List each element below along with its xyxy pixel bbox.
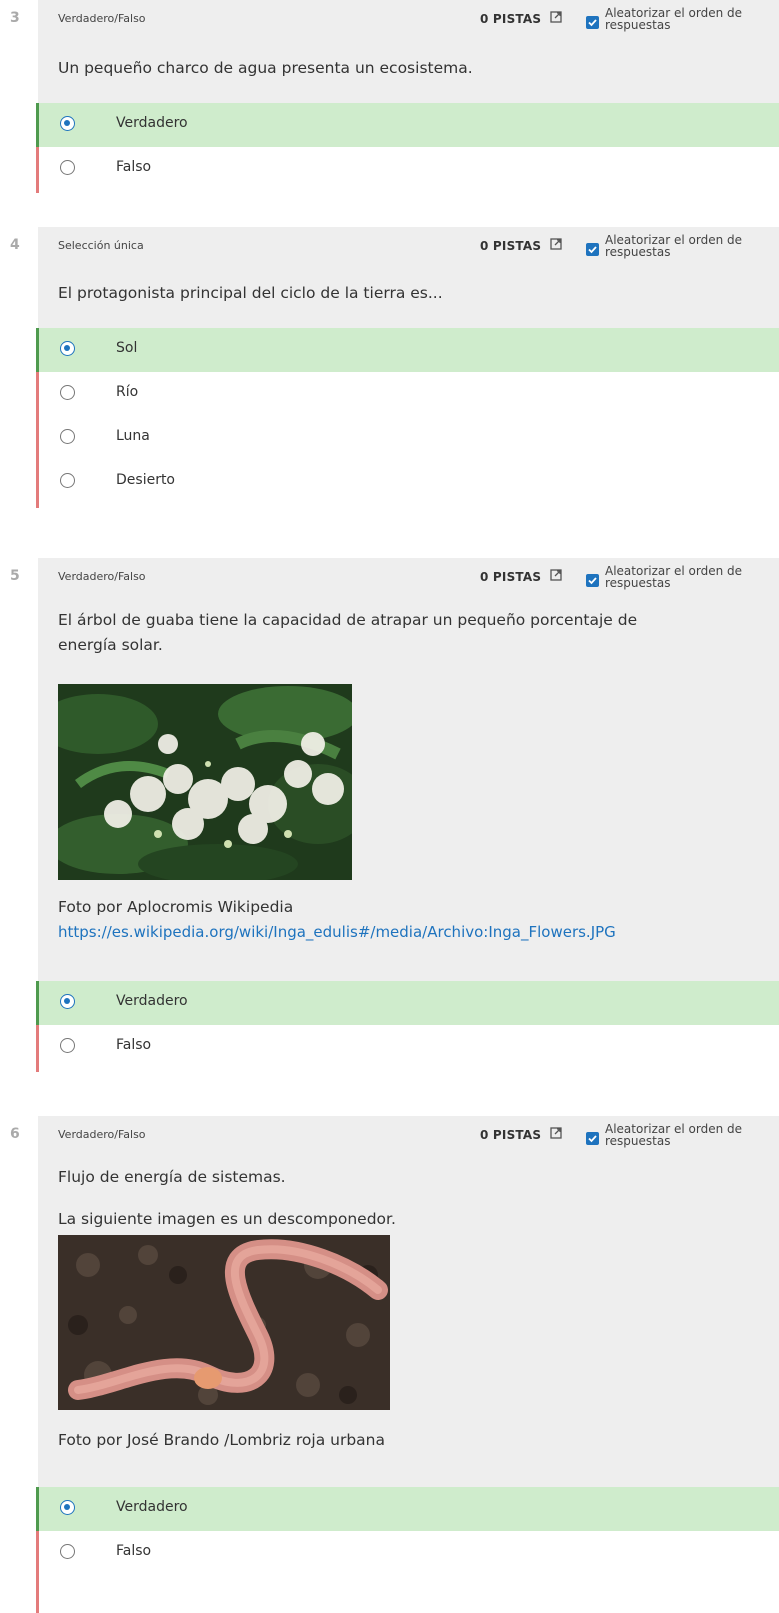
- question-type: Verdadero/Falso: [58, 570, 146, 583]
- question-text-2: La siguiente imagen es un descomponedor.: [58, 1210, 396, 1228]
- answer-label: Río: [116, 384, 139, 400]
- question-text: Flujo de energía de sistemas.: [58, 1168, 286, 1186]
- hints-button[interactable]: 0 PISTAS: [480, 1128, 541, 1142]
- answer-option[interactable]: Verdadero: [39, 103, 779, 147]
- answer-option[interactable]: Falso: [39, 1531, 779, 1575]
- answer-label: Verdadero: [116, 1499, 188, 1515]
- question-text-line-1: El árbol de guaba tiene la capacidad de …: [58, 611, 638, 629]
- external-link-icon[interactable]: [550, 238, 562, 250]
- randomize-checkbox[interactable]: [586, 16, 599, 29]
- photo-credit: Foto por José Brando /Lombriz roja urban…: [58, 1431, 385, 1449]
- randomize-checkbox[interactable]: [586, 243, 599, 256]
- answer-label: Verdadero: [116, 993, 188, 1009]
- question-type: Verdadero/Falso: [58, 1128, 146, 1141]
- answer-list: Sol Río Luna Desierto: [36, 328, 779, 508]
- answer-option[interactable]: Verdadero: [39, 1487, 779, 1531]
- external-link-icon[interactable]: [550, 569, 562, 581]
- answer-list: Verdadero Falso: [36, 981, 779, 1072]
- radio-button[interactable]: [60, 341, 75, 356]
- radio-button[interactable]: [60, 385, 75, 400]
- answer-label: Verdadero: [116, 115, 188, 131]
- answer-option[interactable]: Verdadero: [39, 981, 779, 1025]
- guaba-flower-photo: [58, 684, 352, 880]
- hints-button[interactable]: 0 PISTAS: [480, 239, 541, 253]
- answer-option[interactable]: Luna: [39, 416, 779, 460]
- randomize-label: Aleatorizar el orden de respuestas: [605, 6, 743, 32]
- answer-label: Desierto: [116, 472, 176, 488]
- answer-option[interactable]: Desierto: [39, 460, 779, 504]
- question-text-line-2: energía solar.: [58, 636, 163, 654]
- answer-label: Falso: [116, 159, 152, 175]
- randomize-label: Aleatorizar el orden de respuestas: [605, 233, 743, 259]
- randomize-checkbox[interactable]: [586, 574, 599, 587]
- radio-button[interactable]: [60, 429, 75, 444]
- radio-button[interactable]: [60, 116, 75, 131]
- answer-list: Verdadero Falso: [36, 103, 779, 193]
- radio-button[interactable]: [60, 1500, 75, 1515]
- answer-label: Falso: [116, 1543, 152, 1559]
- question-text: El protagonista principal del ciclo de l…: [58, 284, 443, 302]
- answer-label: Sol: [116, 340, 138, 356]
- radio-button[interactable]: [60, 473, 75, 488]
- external-link-icon[interactable]: [550, 1127, 562, 1139]
- answer-option[interactable]: Falso: [39, 1025, 779, 1069]
- question-number: 3: [10, 10, 20, 26]
- answer-option[interactable]: Falso: [39, 147, 779, 191]
- answer-list: Verdadero Falso: [36, 1487, 779, 1613]
- question-number: 4: [10, 237, 20, 253]
- randomize-label: Aleatorizar el orden de respuestas: [605, 1122, 743, 1148]
- question-header: Verdadero/Falso 0 PISTAS Aleatorizar el …: [38, 0, 779, 103]
- question-header: Selección única 0 PISTAS Aleatorizar el …: [38, 227, 779, 328]
- answer-option[interactable]: Río: [39, 372, 779, 416]
- radio-button[interactable]: [60, 1544, 75, 1559]
- answer-label: Falso: [116, 1037, 152, 1053]
- hints-button[interactable]: 0 PISTAS: [480, 570, 541, 584]
- question-number: 6: [10, 1126, 20, 1142]
- randomize-checkbox[interactable]: [586, 1132, 599, 1145]
- radio-button[interactable]: [60, 1038, 75, 1053]
- external-link-icon[interactable]: [550, 11, 562, 23]
- question-type: Selección única: [58, 239, 144, 252]
- randomize-label: Aleatorizar el orden de respuestas: [605, 564, 743, 590]
- hints-button[interactable]: 0 PISTAS: [480, 12, 541, 26]
- earthworm-photo: [58, 1235, 390, 1410]
- radio-button[interactable]: [60, 994, 75, 1009]
- answer-label: Luna: [116, 428, 150, 444]
- question-type: Verdadero/Falso: [58, 12, 146, 25]
- photo-credit: Foto por Aplocromis Wikipedia: [58, 898, 294, 916]
- photo-link[interactable]: https://es.wikipedia.org/wiki/Inga_eduli…: [58, 920, 616, 945]
- question-text: Un pequeño charco de agua presenta un ec…: [58, 59, 473, 77]
- radio-button[interactable]: [60, 160, 75, 175]
- answer-option[interactable]: Sol: [39, 328, 779, 372]
- question-number: 5: [10, 568, 20, 584]
